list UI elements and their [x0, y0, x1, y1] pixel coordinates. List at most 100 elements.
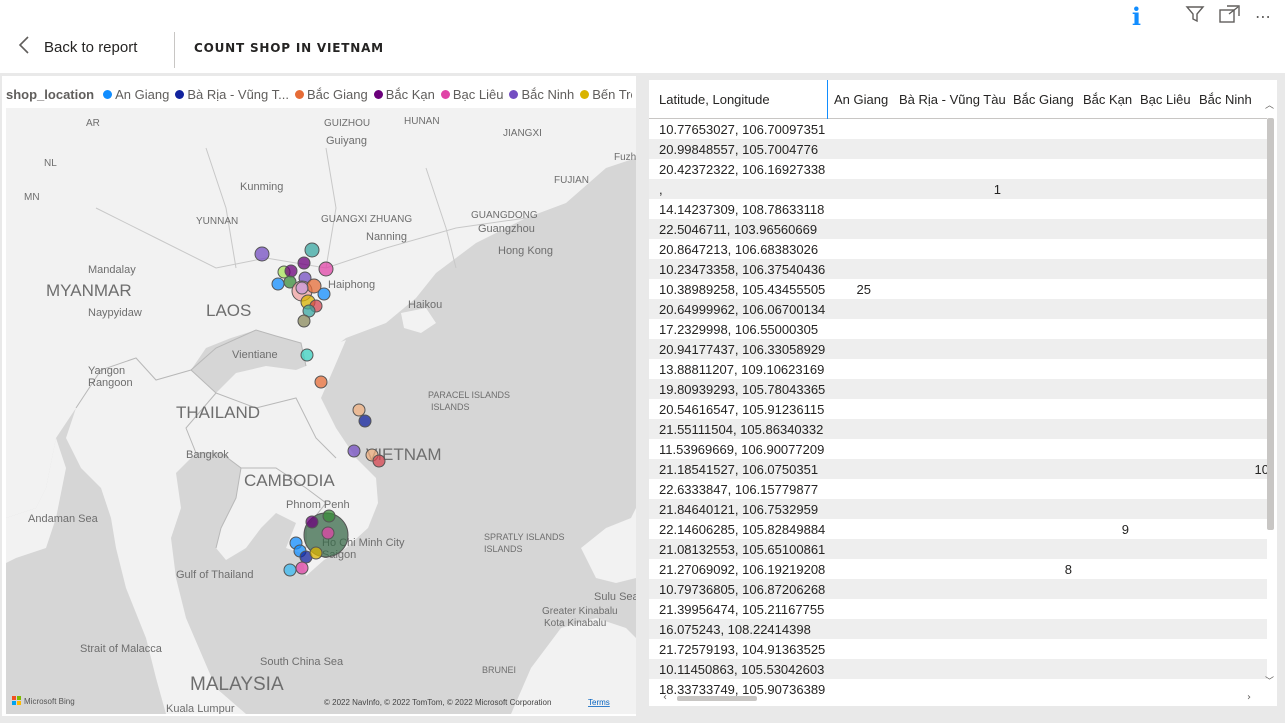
- map-bubble[interactable]: [321, 526, 335, 540]
- map-bubble[interactable]: [372, 454, 386, 468]
- map-bubble[interactable]: [284, 264, 298, 278]
- table-row[interactable]: 22.14606285, 105.82849884 9: [649, 519, 1267, 539]
- row-key-cell: 16.075243, 108.22414398: [659, 622, 811, 637]
- map-visual[interactable]: shop_location An Giang Bà Rịa - Vũng T..…: [2, 76, 636, 716]
- table-row[interactable]: 21.72579193, 104.91363525: [649, 639, 1267, 659]
- table-row[interactable]: 20.54616547, 105.91236115: [649, 399, 1267, 419]
- table-row[interactable]: 13.88811207, 109.10623169: [649, 359, 1267, 379]
- table-row[interactable]: 20.94177437, 106.33058929: [649, 339, 1267, 359]
- row-key-cell: 20.94177437, 106.33058929: [659, 342, 826, 357]
- table-row[interactable]: 10.38989258, 105.43455505 25: [649, 279, 1267, 299]
- legend-item[interactable]: Bắc Giang: [294, 87, 368, 102]
- legend-item[interactable]: Bến Tre: [580, 87, 632, 102]
- row-key-cell: 10.79736805, 106.87206268: [659, 582, 826, 597]
- map-label: South China Sea: [260, 656, 344, 668]
- table-row[interactable]: 22.5046711, 103.96560669: [649, 219, 1267, 239]
- map-bubble[interactable]: [304, 242, 320, 258]
- column-header[interactable]: Bà Rịa - Vũng Tàu: [899, 92, 1006, 107]
- table-row[interactable]: 21.18541527, 106.0750351 10: [649, 459, 1269, 479]
- map-bubble[interactable]: [300, 348, 314, 362]
- table-row[interactable]: 20.8647213, 106.68383026: [649, 239, 1267, 259]
- map-bubble[interactable]: [322, 509, 336, 523]
- legend-dot: [580, 89, 590, 99]
- map-bubble[interactable]: [271, 277, 285, 291]
- scroll-down-icon[interactable]: ﹀: [1265, 674, 1274, 687]
- map-bubble[interactable]: [309, 546, 323, 560]
- column-header[interactable]: Bắc Ninh: [1199, 92, 1252, 107]
- more-options-icon[interactable]: ⋯: [1255, 6, 1271, 28]
- map-bubble[interactable]: [314, 375, 328, 389]
- filter-icon[interactable]: [1185, 4, 1205, 30]
- table-row[interactable]: 10.79736805, 106.87206268: [649, 579, 1267, 599]
- table-row[interactable]: 17.2329998, 106.55000305: [649, 319, 1267, 339]
- map-bubble[interactable]: [295, 561, 309, 575]
- back-arrow-icon: [18, 35, 30, 59]
- table-row[interactable]: 14.14237309, 108.78633118: [649, 199, 1267, 219]
- map-bubble[interactable]: [297, 256, 311, 270]
- column-header[interactable]: Bạc Liêu: [1140, 92, 1191, 107]
- scroll-up-icon[interactable]: ︿: [1265, 98, 1274, 111]
- table-row[interactable]: 20.64999962, 106.06700134: [649, 299, 1267, 319]
- info-icon[interactable]: i: [1132, 5, 1141, 29]
- map-bubble[interactable]: [297, 314, 311, 328]
- legend-item[interactable]: Bắc Kạn: [373, 87, 435, 102]
- table-row[interactable]: 20.42372322, 106.16927338: [649, 159, 1267, 179]
- focus-mode-icon[interactable]: [1219, 4, 1241, 30]
- table-row[interactable]: 21.08132553, 105.65100861: [649, 539, 1267, 559]
- map-label: Yangon: [88, 365, 125, 377]
- map-label: Hong Kong: [498, 245, 553, 257]
- table-row[interactable]: 20.99848557, 105.7004776: [649, 139, 1267, 159]
- scroll-left-icon[interactable]: ‹: [663, 692, 667, 703]
- matrix-table-visual[interactable]: Latitude, Longitude An Giang Bà Rịa - Vũ…: [649, 80, 1277, 706]
- horizontal-scrollbar[interactable]: ‹ ›: [649, 692, 1267, 704]
- legend-item[interactable]: Bà Rịa - Vũng T...: [175, 87, 289, 102]
- column-header[interactable]: Bắc Giang: [1013, 92, 1074, 107]
- horizontal-scroll-thumb[interactable]: [677, 696, 757, 701]
- table-row[interactable]: 21.39956474, 105.21167755: [649, 599, 1267, 619]
- row-key-cell: 21.27069092, 106.19219208: [659, 562, 826, 577]
- map-legend: shop_location An Giang Bà Rịa - Vũng T..…: [6, 85, 632, 103]
- map-bubble[interactable]: [283, 563, 297, 577]
- legend-label: An Giang: [115, 86, 170, 102]
- table-row[interactable]: 21.55111504, 105.86340332: [649, 419, 1267, 439]
- map-bubble[interactable]: [352, 403, 366, 417]
- map-bubble[interactable]: [305, 515, 319, 529]
- vertical-scroll-thumb[interactable]: [1267, 118, 1274, 530]
- table-row[interactable]: 16.075243, 108.22414398: [649, 619, 1267, 639]
- scroll-right-icon[interactable]: ›: [1247, 692, 1251, 703]
- map-bubble[interactable]: [347, 444, 361, 458]
- table-row[interactable]: 11.53969669, 106.90077209: [649, 439, 1267, 459]
- map-bubble[interactable]: [318, 261, 334, 277]
- back-to-report-button[interactable]: Back to report: [18, 35, 137, 59]
- header-divider: [174, 32, 175, 68]
- map-bubble[interactable]: [317, 287, 331, 301]
- map-label: Mandalay: [88, 264, 136, 276]
- terms-link[interactable]: Terms: [588, 698, 610, 707]
- table-row[interactable]: 10.23473358, 106.37540436: [649, 259, 1267, 279]
- map-bubble[interactable]: [358, 414, 372, 428]
- row-key-cell: 13.88811207, 109.10623169: [659, 362, 825, 377]
- vertical-scrollbar[interactable]: ︿ ﹀: [1265, 101, 1275, 694]
- table-row[interactable]: 21.27069092, 106.19219208 8: [649, 559, 1267, 579]
- table-row[interactable]: 10.77653027, 106.70097351: [649, 119, 1267, 139]
- map-label: PARACEL ISLANDS: [428, 390, 510, 400]
- map-bubble[interactable]: [295, 281, 309, 295]
- map-bubble[interactable]: [254, 246, 270, 262]
- value-cell: 9: [1121, 522, 1129, 537]
- table-row[interactable]: 22.6333847, 106.15779877: [649, 479, 1267, 499]
- table-row[interactable]: ,1: [649, 179, 1267, 199]
- legend-dot: [103, 89, 113, 99]
- table-row[interactable]: 10.11450863, 105.53042603: [649, 659, 1267, 679]
- table-row[interactable]: 21.84640121, 106.7532959: [649, 499, 1267, 519]
- map-label: Andaman Sea: [28, 513, 99, 525]
- legend-item[interactable]: An Giang: [103, 87, 169, 102]
- column-header[interactable]: An Giang: [834, 92, 888, 107]
- legend-item[interactable]: Bắc Ninh: [509, 87, 574, 102]
- map-attribution: © 2022 NavInfo, © 2022 TomTom, © 2022 Mi…: [324, 698, 551, 707]
- column-header[interactable]: Bắc Kạn: [1083, 92, 1132, 107]
- table-row[interactable]: 19.80939293, 105.78043365: [649, 379, 1267, 399]
- map-label: Haiphong: [328, 279, 375, 291]
- legend-item[interactable]: Bạc Liêu: [440, 87, 503, 102]
- column-header[interactable]: Latitude, Longitude: [659, 92, 770, 107]
- map-canvas[interactable]: MYANMAR LAOS THAILAND CAMBODIA MALAYSIA …: [6, 108, 636, 714]
